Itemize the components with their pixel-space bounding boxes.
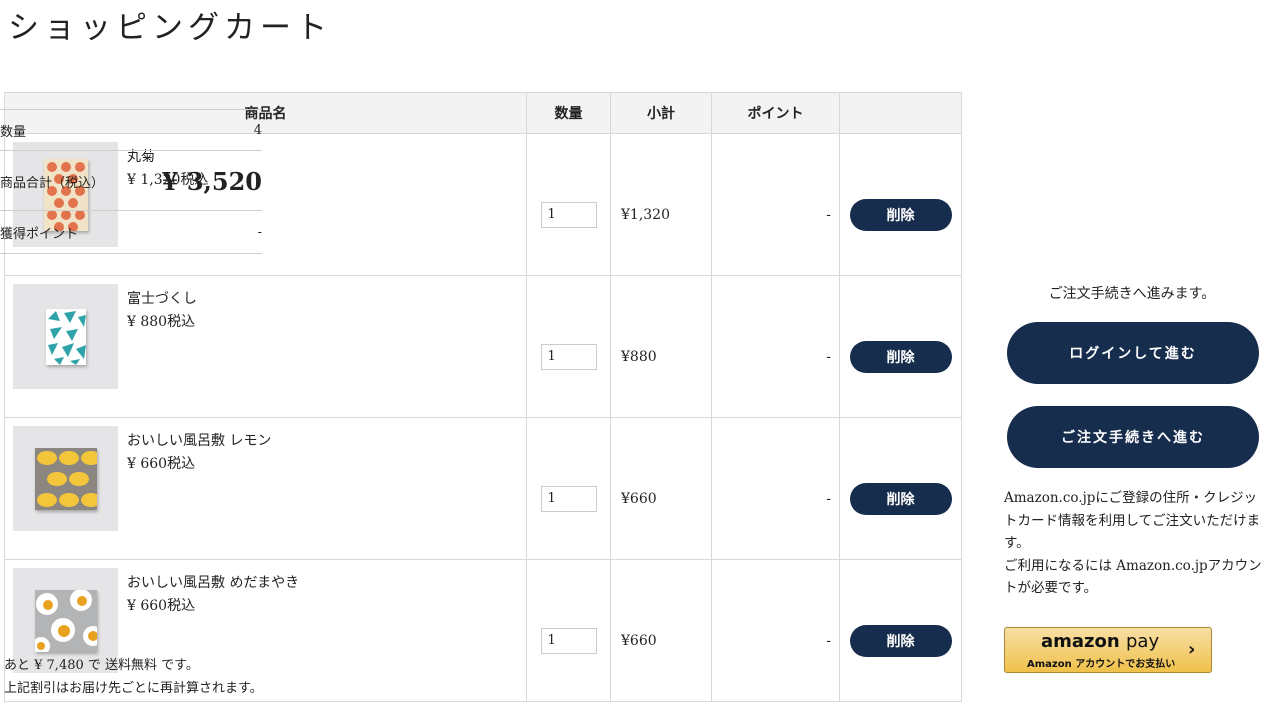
points-cell: -: [711, 275, 840, 418]
amazon-pay-description: Amazon.co.jpにご登録の住所・クレジットカード情報を利用してご注文いた…: [1004, 487, 1264, 600]
summary-qty-label: 数量: [0, 125, 27, 140]
delete-button[interactable]: 削除: [849, 624, 952, 657]
action-cell: 削除: [839, 559, 962, 702]
points-cell: -: [711, 417, 840, 560]
product-name[interactable]: おいしい風呂敷 レモン: [127, 430, 271, 450]
summary-qty-row: 数量 4: [0, 109, 262, 151]
summary-points-row: 獲得ポイント -: [0, 210, 262, 254]
points-cell: -: [711, 559, 840, 702]
action-cell: 削除: [839, 417, 962, 560]
product-price: ¥ 660税込: [127, 456, 196, 472]
header-subtotal: 小計: [610, 92, 712, 134]
quantity-input[interactable]: [540, 485, 597, 512]
product-name[interactable]: 富士づくし: [127, 288, 197, 308]
subtotal-cell: ¥1,320: [610, 133, 712, 276]
amazon-desc-line-1: Amazon.co.jpにご登録の住所・クレジットカード情報を利用してご注文いた…: [1004, 490, 1261, 551]
product-cell: おいしい風呂敷 レモン ¥ 660税込: [4, 417, 527, 560]
delete-button[interactable]: 削除: [849, 198, 952, 231]
action-cell: 削除: [839, 133, 962, 276]
quantity-input[interactable]: [540, 343, 597, 370]
shipping-note: あと ¥ 7,480 で 送料無料 です。: [4, 658, 199, 673]
lemon-furoshiki-image[interactable]: [13, 426, 118, 531]
header-action: [839, 92, 962, 134]
table-row: おいしい風呂敷 レモン ¥ 660税込 ¥660 - 削除: [4, 417, 962, 560]
qty-cell: [526, 417, 611, 560]
subtotal-cell: ¥660: [610, 559, 712, 702]
summary-total-value: ¥ 3,520: [161, 166, 262, 196]
amazon-pay-subtext: Amazon アカウントでお支払い: [1027, 659, 1176, 670]
summary-total-label: 商品合計（税込）: [0, 175, 105, 191]
table-row: 富士づくし ¥ 880税込 ¥880 - 削除: [4, 275, 962, 418]
subtotal-cell: ¥660: [610, 417, 712, 560]
order-button[interactable]: ご注文手続きへ進む: [1007, 406, 1259, 468]
proceed-text: ご注文手続きへ進みます。: [1048, 286, 1216, 302]
summary-points-value: -: [257, 224, 262, 240]
login-button[interactable]: ログインして進む: [1007, 322, 1259, 384]
amazon-desc-line-2: ご利用になるには Amazon.co.jpアカウントが必要です。: [1004, 557, 1262, 597]
quantity-input[interactable]: [540, 627, 597, 654]
action-cell: 削除: [839, 275, 962, 418]
summary-total-row: 商品合計（税込） ¥ 3,520: [0, 150, 262, 211]
quantity-input[interactable]: [540, 201, 597, 228]
page-title: ショッピングカート: [8, 10, 332, 46]
fuji-zukushi-furoshiki-image[interactable]: [13, 284, 118, 389]
product-price: ¥ 880税込: [127, 314, 196, 330]
delete-button[interactable]: 削除: [849, 340, 952, 373]
amazon-pay-button[interactable]: amazon pay Amazon アカウントでお支払い ›: [1004, 627, 1212, 673]
qty-cell: [526, 275, 611, 418]
subtotal-cell: ¥880: [610, 275, 712, 418]
summary-qty-value: 4: [253, 123, 262, 138]
header-qty: 数量: [526, 92, 611, 134]
product-cell: 富士づくし ¥ 880税込: [4, 275, 527, 418]
header-points: ポイント: [711, 92, 840, 134]
amazon-pay-logo: amazon pay: [1041, 631, 1160, 652]
delete-button[interactable]: 削除: [849, 482, 952, 515]
product-price: ¥ 660税込: [127, 598, 196, 614]
product-name[interactable]: おいしい風呂敷 めだまやき: [127, 572, 299, 592]
chevron-right-icon: ›: [1188, 639, 1196, 660]
discount-note: 上記割引はお届け先ごとに再計算されます。: [4, 681, 263, 696]
summary-points-label: 獲得ポイント: [0, 226, 79, 242]
qty-cell: [526, 133, 611, 276]
qty-cell: [526, 559, 611, 702]
points-cell: -: [711, 133, 840, 276]
